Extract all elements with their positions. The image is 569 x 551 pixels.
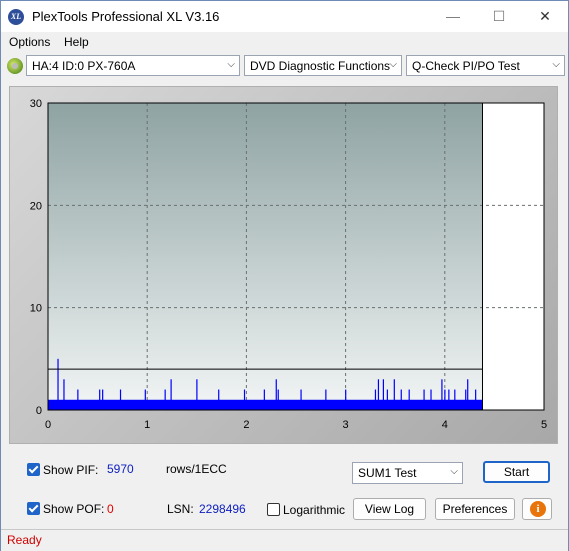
unscanned-area bbox=[482, 103, 544, 410]
lsn-value: 2298496 bbox=[199, 502, 246, 516]
series-base-band bbox=[48, 399, 483, 410]
test-select[interactable]: Q-Check PI/PO Test ⌵ bbox=[406, 55, 565, 76]
show-pif-label: Show PIF: bbox=[43, 463, 99, 477]
data-bar bbox=[377, 379, 380, 410]
data-bar bbox=[196, 379, 198, 410]
info-icon: i bbox=[530, 501, 546, 517]
x-tick-label: 4 bbox=[442, 419, 448, 431]
chevron-down-icon: ⌵ bbox=[450, 466, 458, 477]
y-tick-label: 10 bbox=[30, 303, 42, 315]
data-bar bbox=[218, 389, 220, 410]
menu-help[interactable]: Help bbox=[64, 35, 89, 49]
minimize-button[interactable]: — bbox=[430, 1, 476, 32]
data-bar bbox=[325, 389, 327, 410]
x-tick-label: 0 bbox=[45, 419, 51, 431]
close-button[interactable]: ✕ bbox=[522, 1, 568, 32]
show-pof-checkbox[interactable] bbox=[27, 502, 40, 515]
info-button[interactable]: i bbox=[522, 498, 552, 520]
chevron-down-icon: ⌵ bbox=[552, 59, 560, 70]
x-tick-label: 3 bbox=[343, 419, 349, 431]
function-select[interactable]: DVD Diagnostic Functions ⌵ bbox=[244, 55, 402, 76]
data-bar bbox=[475, 389, 477, 410]
data-bar bbox=[408, 389, 410, 410]
menu-bar: Options Help bbox=[1, 32, 568, 52]
pi-po-chart: 0 1 2 3 4 5 0 10 20 30 bbox=[30, 98, 547, 431]
data-bar bbox=[99, 389, 101, 410]
data-bar bbox=[423, 389, 425, 410]
data-bar bbox=[275, 379, 277, 410]
logarithmic-checkbox[interactable] bbox=[267, 503, 280, 516]
y-tick-label: 30 bbox=[30, 98, 42, 110]
data-bar bbox=[444, 389, 446, 410]
data-bar bbox=[374, 389, 377, 410]
data-bar bbox=[465, 389, 467, 410]
data-bar bbox=[263, 389, 265, 410]
data-bar bbox=[386, 389, 388, 410]
chevron-down-icon: ⌵ bbox=[389, 59, 397, 70]
logarithmic-label: Logarithmic bbox=[283, 503, 346, 517]
data-bar bbox=[454, 389, 456, 410]
data-bar bbox=[243, 389, 246, 410]
app-window: XL PlexTools Professional XL V3.16 — ☐ ✕… bbox=[0, 0, 569, 551]
data-bar bbox=[467, 379, 469, 410]
x-tick-label: 5 bbox=[541, 419, 547, 431]
data-bar bbox=[277, 389, 279, 410]
data-bar bbox=[448, 389, 450, 410]
x-tick-label: 2 bbox=[243, 419, 249, 431]
data-bar bbox=[63, 379, 65, 410]
x-tick-label: 1 bbox=[144, 419, 150, 431]
title-bar: XL PlexTools Professional XL V3.16 — ☐ ✕ bbox=[1, 1, 568, 32]
menu-options[interactable]: Options bbox=[9, 35, 50, 49]
pif-value: 5970 bbox=[107, 462, 134, 476]
view-log-button[interactable]: View Log bbox=[353, 498, 426, 520]
data-bar bbox=[144, 389, 146, 410]
data-bar bbox=[441, 379, 443, 410]
data-bar bbox=[382, 379, 384, 410]
sum-test-select[interactable]: SUM1 Test ⌵ bbox=[352, 462, 463, 484]
test-select-value: Q-Check PI/PO Test bbox=[412, 59, 520, 73]
drive-select-value: HA:4 ID:0 PX-760A bbox=[32, 59, 136, 73]
data-bar bbox=[393, 379, 395, 410]
y-tick-label: 0 bbox=[36, 405, 42, 417]
function-select-value: DVD Diagnostic Functions bbox=[250, 59, 391, 73]
maximize-button[interactable]: ☐ bbox=[476, 1, 522, 32]
y-tick-label: 20 bbox=[30, 200, 42, 212]
preferences-button[interactable]: Preferences bbox=[435, 498, 515, 520]
data-bar bbox=[400, 389, 402, 410]
start-button[interactable]: Start bbox=[483, 461, 550, 483]
status-bar: Ready bbox=[1, 529, 568, 551]
chevron-down-icon: ⌵ bbox=[227, 59, 235, 70]
show-pof-label: Show POF: bbox=[43, 502, 105, 516]
data-bar bbox=[57, 358, 59, 410]
data-bar bbox=[164, 389, 166, 410]
data-bar bbox=[345, 389, 347, 410]
chart-panel: 0 1 2 3 4 5 0 10 20 30 bbox=[9, 86, 558, 444]
data-bar bbox=[119, 389, 122, 410]
lsn-label: LSN: bbox=[167, 502, 194, 516]
data-bar bbox=[430, 389, 432, 410]
window-title: PlexTools Professional XL V3.16 bbox=[32, 9, 220, 24]
data-bar bbox=[102, 389, 104, 410]
pif-unit: rows/1ECC bbox=[166, 462, 227, 476]
plot-area bbox=[48, 103, 544, 410]
pof-value: 0 bbox=[107, 502, 114, 516]
sum-test-select-value: SUM1 Test bbox=[358, 466, 417, 480]
disc-drive-icon bbox=[7, 58, 23, 74]
show-pif-checkbox[interactable] bbox=[27, 463, 40, 476]
status-text: Ready bbox=[7, 533, 42, 547]
drive-select[interactable]: HA:4 ID:0 PX-760A ⌵ bbox=[26, 55, 240, 76]
toolbar: HA:4 ID:0 PX-760A ⌵ DVD Diagnostic Funct… bbox=[1, 53, 568, 79]
data-bar bbox=[300, 389, 302, 410]
data-bar bbox=[77, 389, 79, 410]
app-logo-icon: XL bbox=[8, 9, 24, 25]
data-bar bbox=[170, 379, 172, 410]
controls-panel: Show PIF: 5970 rows/1ECC Show POF: 0 LSN… bbox=[9, 452, 558, 528]
